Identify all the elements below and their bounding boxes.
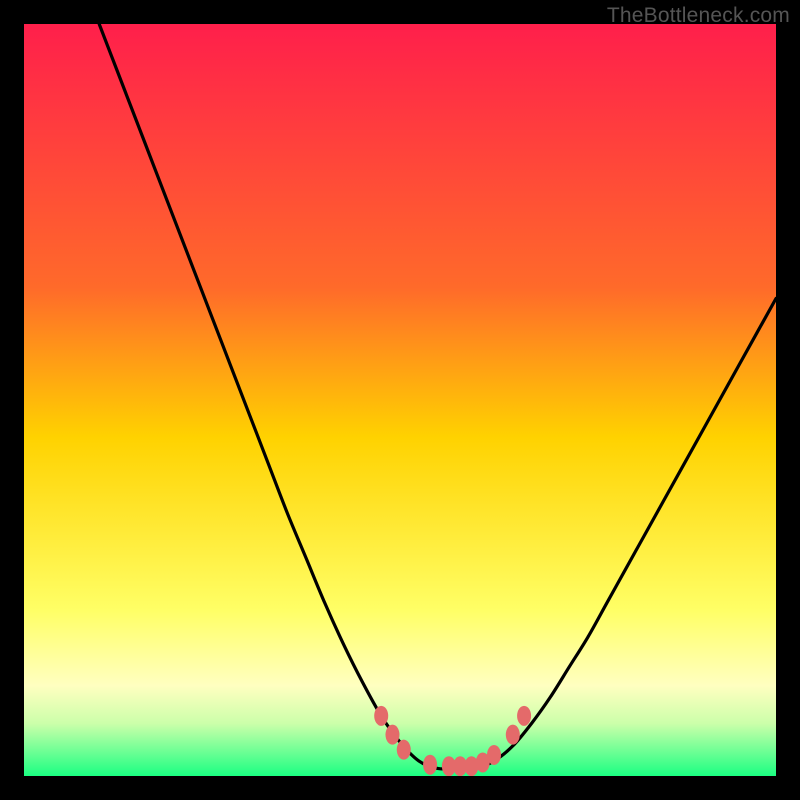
curve-node (423, 755, 437, 775)
curve-node (506, 725, 520, 745)
chart-frame (24, 24, 776, 776)
curve-node (374, 706, 388, 726)
bottleneck-chart (24, 24, 776, 776)
curve-node (397, 740, 411, 760)
watermark-label: TheBottleneck.com (607, 4, 790, 28)
curve-node (487, 745, 501, 765)
chart-background (24, 24, 776, 776)
curve-node (385, 725, 399, 745)
curve-node (517, 706, 531, 726)
